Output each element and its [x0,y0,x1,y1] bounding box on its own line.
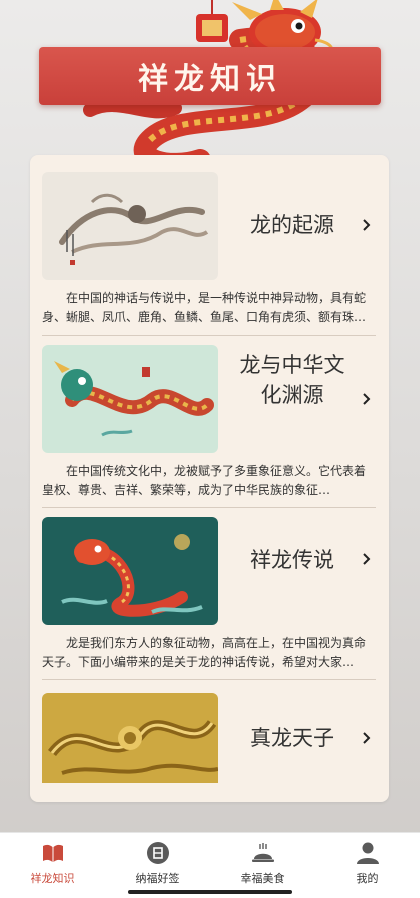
hero-background: 祥龙知识 [0,0,420,170]
legend-thumbnail [42,517,218,625]
book-icon [42,844,63,862]
true-dragon-thumbnail [42,693,218,801]
page-title: 祥龙知识 [138,62,282,97]
home-indicator [128,890,292,894]
chevron-right-icon [363,393,371,405]
origin-thumbnail [42,172,218,280]
bottom-tab-bar: 祥龙知识 纳福好签 幸福美食 我的 [0,832,420,898]
item-description: 龙是我们东方人的象征动物，高高在上，在中国视为真命天子。下面小编带来的是关于龙的… [42,636,367,669]
dish-cover-icon [251,843,274,862]
item-description: 在中国传统文化中，龙被赋予了多重象征意义。它代表着皇权、尊贵、吉祥、繁荣等，成为… [42,464,367,497]
tab-label: 幸福美食 [240,872,285,885]
chevron-right-icon [363,553,371,565]
item-description: 在中国的神话与传说中，是一种传说中神异动物，具有蛇身、蜥腿、凤爪、鹿角、鱼鳞、鱼… [42,291,367,324]
tab-label: 纳福好签 [135,872,180,885]
list-item-dragon-culture[interactable]: 龙与中华文 化渊源 在中国传统文化中，龙被赋予了多重象征意义。它代表着皇权、尊贵… [30,335,389,507]
user-icon [356,842,379,864]
knowledge-list: 龙的起源 在中国的神话与传说中，是一种传说中神异动物，具有蛇身、蜥腿、凤爪、鹿角… [30,155,389,802]
fortune-coin-icon [146,842,169,864]
item-title: 祥龙传说 [250,548,334,572]
tab-dragon-knowledge[interactable]: 祥龙知识 [0,841,105,886]
tab-label: 祥龙知识 [30,872,75,885]
culture-thumbnail [42,345,218,453]
tab-happy-food[interactable]: 幸福美食 [210,841,315,886]
tab-label: 我的 [356,872,379,885]
tab-fortune-slip[interactable]: 纳福好签 [105,841,210,886]
chevron-right-icon [363,219,371,231]
item-title-line1: 龙与中华文 [239,353,345,377]
chevron-right-icon [363,732,371,744]
title-banner: 祥龙知识 [39,47,381,105]
list-item-dragon-legend[interactable]: 祥龙传说 龙是我们东方人的象征动物，高高在上，在中国视为真命天子。下面小编带来的… [30,507,389,679]
item-title: 龙与中华文 化渊源 [222,350,362,410]
list-item-dragon-origin[interactable]: 龙的起源 在中国的神话与传说中，是一种传说中神异动物，具有蛇身、蜥腿、凤爪、鹿角… [30,155,389,335]
item-title-line2: 化渊源 [260,383,324,407]
item-title: 真龙天子 [250,726,334,750]
tab-mine[interactable]: 我的 [315,841,420,886]
item-title: 龙的起源 [250,213,334,237]
list-item-true-dragon[interactable]: 真龙天子 [30,679,389,802]
